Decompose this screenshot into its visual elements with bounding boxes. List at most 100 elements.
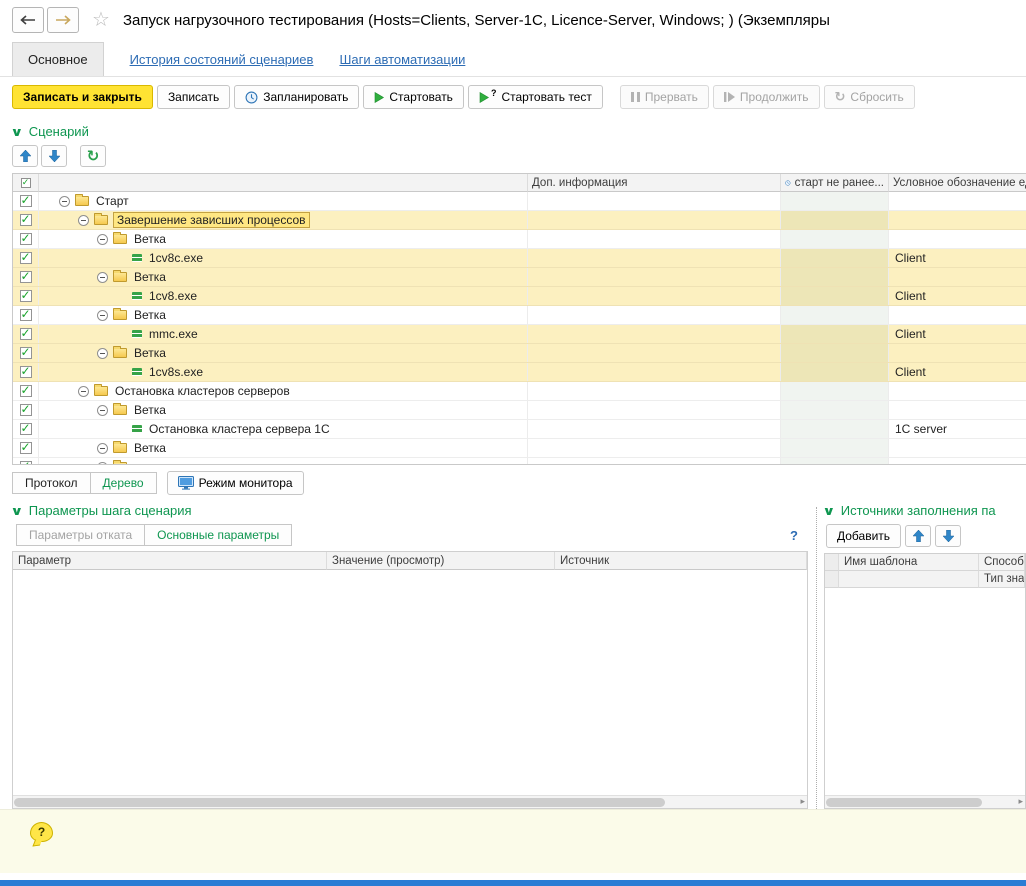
param-column-header[interactable]: Параметр [13,552,327,570]
forward-button[interactable] [47,7,79,33]
expand-toggle-icon[interactable] [78,386,89,397]
value-type-column-header[interactable]: Тип знач [979,571,1025,588]
expand-toggle-icon[interactable] [78,215,89,226]
toolbar: Записать и закрыть Записать Запланироват… [0,77,1026,116]
tab-scenario-history-link[interactable]: История состояний сценариев [130,52,314,76]
scrollbar-thumb[interactable] [14,798,665,807]
row-checkbox[interactable] [20,233,32,245]
expand-toggle-icon[interactable] [97,234,108,245]
row-checkbox[interactable] [20,385,32,397]
scenario-tree-row[interactable]: Остановка кластера сервера 1С1C server [13,420,1026,439]
scenario-tree-row[interactable]: Ветка [13,230,1026,249]
view-tab-tree[interactable]: Дерево [90,472,157,494]
row-checkbox[interactable] [20,252,32,264]
expand-toggle-icon[interactable] [97,462,108,465]
row-check-cell [13,363,39,381]
info-column-header[interactable]: Доп. информация [528,174,781,192]
save-button[interactable]: Записать [157,85,230,109]
value-column-header[interactable]: Значение (просмотр) [327,552,555,570]
help-bubble-icon[interactable]: ? [30,822,53,842]
scroll-right-arrow-icon[interactable]: ▸ [1018,796,1023,809]
move-up-button[interactable] [12,145,38,167]
row-check-cell [13,401,39,419]
tab-main[interactable]: Основное [12,42,104,76]
source-column-header[interactable]: Источник [555,552,807,570]
expand-toggle-icon[interactable] [97,310,108,321]
arrow-down-icon [49,150,60,162]
row-checkbox[interactable] [20,271,32,283]
chevron-down-icon: ∨ [10,505,23,517]
row-label: 1cv8c.exe [147,251,205,265]
tree-column-header[interactable] [39,174,528,192]
tab-main-params[interactable]: Основные параметры [144,524,292,546]
start-button[interactable]: Стартовать [363,85,464,109]
start-test-button[interactable]: ? Стартовать тест [468,85,603,109]
add-button[interactable]: Добавить [826,524,901,548]
expand-toggle-icon[interactable] [97,443,108,454]
scenario-tree-row[interactable]: Ветка [13,268,1026,287]
row-checkbox[interactable] [20,214,32,226]
row-info-cell [528,382,781,400]
schedule-button[interactable]: Запланировать [234,85,359,109]
fill-sources-hscrollbar[interactable]: ▸ [825,795,1025,808]
template-name-column-header[interactable]: Имя шаблона [839,554,979,571]
scenario-tree-row[interactable]: 1cv8.exeClient [13,287,1026,306]
params-hscrollbar[interactable]: ▸ [13,795,807,808]
move-down-button[interactable] [41,145,67,167]
row-checkbox[interactable] [20,309,32,321]
view-tab-protocol[interactable]: Протокол [12,472,91,494]
scenario-tree-row[interactable] [13,458,1026,464]
unit-column-header[interactable]: Условное обозначение ед... [889,174,1026,192]
favorite-star-icon[interactable]: ☆ [92,10,110,30]
view-mode-switch: Протокол Дерево [12,472,157,494]
scenario-tree-row[interactable]: 1cv8s.exeClient [13,363,1026,382]
expand-toggle-icon[interactable] [59,196,70,207]
help-link[interactable]: ? [790,528,798,543]
row-info-cell [528,439,781,457]
scenario-tree-row[interactable]: Ветка [13,344,1026,363]
scenario-tree-row[interactable]: mmc.exeClient [13,325,1026,344]
row-checkbox[interactable] [20,366,32,378]
refresh-button[interactable]: ↻ [80,145,106,167]
expand-toggle-icon[interactable] [97,348,108,359]
folder-icon [75,196,89,206]
scrollbar-thumb[interactable] [826,798,982,807]
check-all-header[interactable] [13,174,39,192]
scenario-mini-toolbar: ↻ [0,143,1026,173]
tab-rollback-params: Параметры отката [16,524,145,546]
scenario-tree-row[interactable]: 1cv8c.exeClient [13,249,1026,268]
scenario-tree-row[interactable]: Ветка [13,401,1026,420]
monitor-mode-button[interactable]: Режим монитора [167,471,304,495]
row-start-cell [781,458,889,464]
scenario-tree-row[interactable]: Остановка кластеров серверов [13,382,1026,401]
scenario-tree-row[interactable]: Старт [13,192,1026,211]
row-checkbox[interactable] [20,423,32,435]
resume-icon [724,92,735,102]
row-checkbox[interactable] [20,347,32,359]
scroll-right-arrow-icon[interactable]: ▸ [800,796,805,809]
scenario-section-header[interactable]: ∨ Сценарий [0,116,1026,143]
row-checkbox[interactable] [20,404,32,416]
tab-automation-steps-link[interactable]: Шаги автоматизации [339,52,465,76]
row-info-cell [528,192,781,210]
step-params-section-header[interactable]: ∨ Параметры шага сценария [12,501,808,522]
back-button[interactable] [12,7,44,33]
start-column-header[interactable]: старт не ранее... [781,174,889,192]
move-up-button[interactable] [905,525,931,547]
move-down-button[interactable] [935,525,961,547]
row-label: Ветка [132,346,168,360]
expand-toggle-icon[interactable] [97,272,108,283]
scenario-tree-row[interactable]: Ветка [13,306,1026,325]
row-checkbox[interactable] [20,195,32,207]
scenario-tree-row[interactable]: Завершение зависших процессов [13,211,1026,230]
save-and-close-button[interactable]: Записать и закрыть [12,85,153,109]
scenario-tree-row[interactable]: Ветка [13,439,1026,458]
expand-toggle-icon[interactable] [97,405,108,416]
row-checkbox[interactable] [20,290,32,302]
row-checkbox[interactable] [20,328,32,340]
row-checkbox[interactable] [20,461,32,464]
row-checkbox[interactable] [20,442,32,454]
fill-sources-section-header[interactable]: ∨ Источники заполнения па [824,501,1026,522]
row-check-cell [13,192,39,210]
fill-method-column-header[interactable]: Способ з [979,554,1025,571]
